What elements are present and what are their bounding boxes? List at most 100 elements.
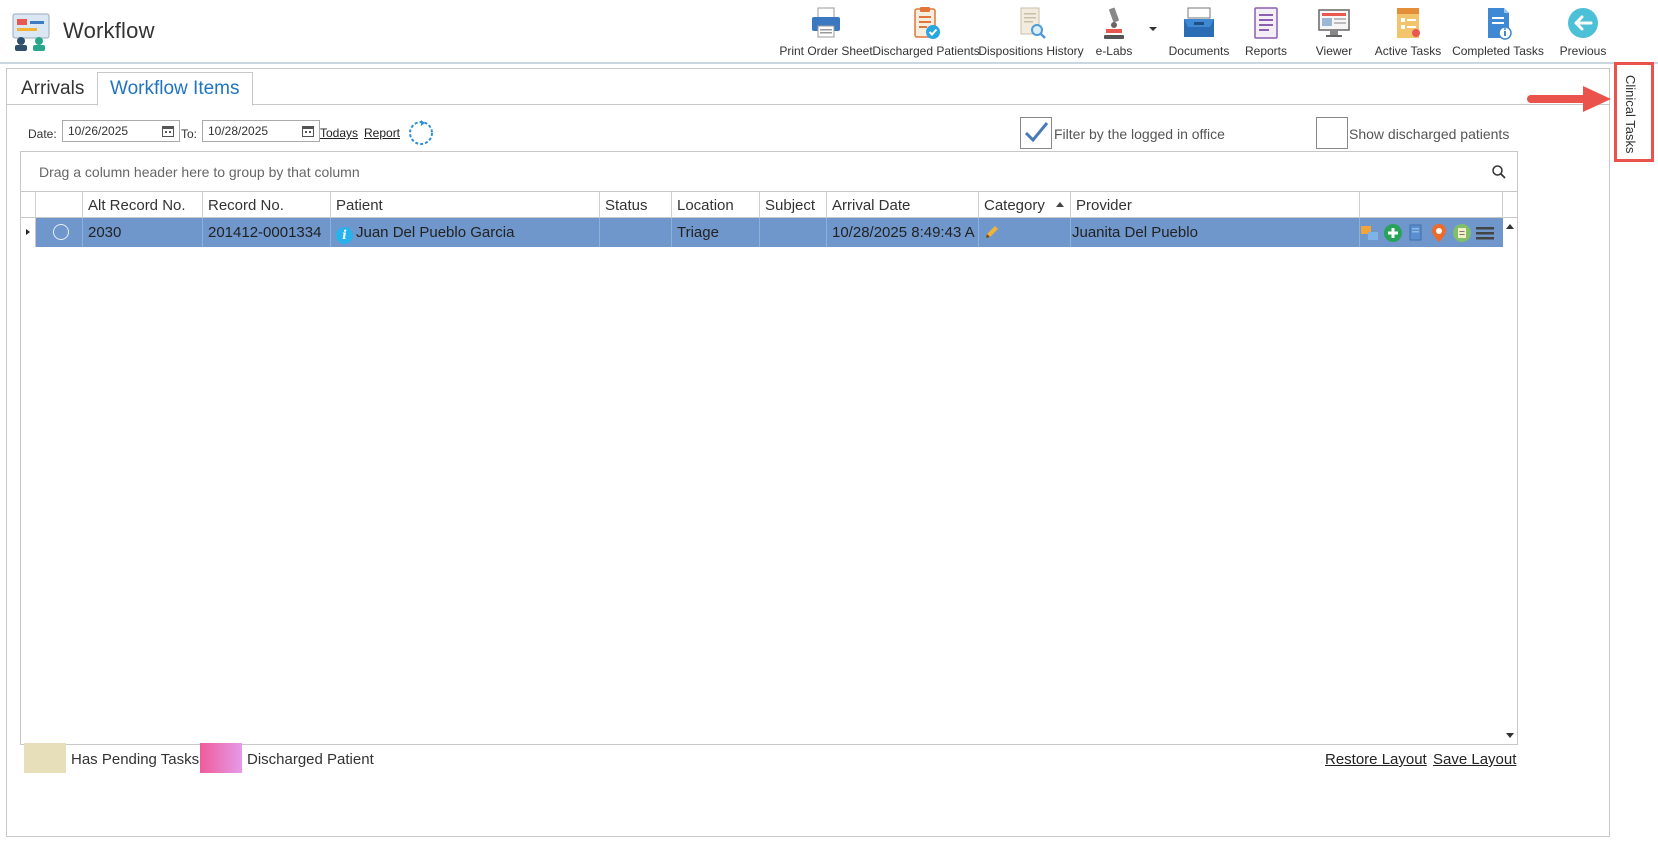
document-search-icon bbox=[1020, 7, 1046, 39]
group-by-panel[interactable]: Drag a column header here to group by th… bbox=[21, 152, 1517, 192]
active-tasks-icon bbox=[1397, 8, 1420, 38]
date-to-value: 10/28/2025 bbox=[208, 124, 269, 138]
date-from-value: 10/26/2025 bbox=[68, 124, 129, 138]
cell-category[interactable] bbox=[979, 218, 1071, 247]
column-header-row: Alt Record No. Record No. Patient Status… bbox=[21, 192, 1517, 218]
dispositions-history-button[interactable]: Dispositions History bbox=[976, 2, 1086, 62]
discharged-patients-button[interactable]: Discharged Patients bbox=[872, 2, 980, 62]
content-panel: Arrivals Workflow Items Date: 10/26/2025… bbox=[6, 68, 1610, 837]
refresh-icon[interactable] bbox=[407, 119, 435, 147]
row-indicator[interactable] bbox=[21, 218, 36, 247]
row-action-icons bbox=[1360, 221, 1495, 245]
viewer-button[interactable]: Viewer bbox=[1298, 2, 1370, 62]
checkmark-icon bbox=[1024, 122, 1049, 143]
print-order-sheet-button[interactable]: Print Order Sheet bbox=[776, 2, 876, 62]
pending-tasks-swatch bbox=[24, 743, 66, 773]
patient-name: Juan Del Pueblo Garcia bbox=[356, 224, 515, 241]
location-pin-icon[interactable] bbox=[1429, 223, 1449, 243]
document-copy-icon[interactable] bbox=[1406, 223, 1426, 243]
workflow-logo-icon bbox=[12, 13, 50, 51]
column-header-status[interactable]: Status bbox=[600, 192, 672, 218]
date-label: Date: bbox=[28, 127, 57, 141]
documents-button[interactable]: Documents bbox=[1164, 2, 1234, 62]
save-layout-link[interactable]: Save Layout bbox=[1433, 751, 1516, 768]
cell-status[interactable] bbox=[600, 218, 672, 247]
report-link[interactable]: Report bbox=[364, 126, 400, 140]
group-panel-hint: Drag a column header here to group by th… bbox=[39, 164, 360, 180]
header-bar: Workflow Print Order Sheet Discharged Pa… bbox=[0, 0, 1658, 64]
category-header-label: Category bbox=[984, 197, 1045, 214]
discharged-clipboard-icon bbox=[914, 7, 940, 39]
cell-provider[interactable]: Juanita Del Pueblo bbox=[1071, 218, 1360, 247]
filter-office-label: Filter by the logged in office bbox=[1054, 126, 1225, 142]
app-title: Workflow bbox=[63, 18, 155, 43]
transfer-icon[interactable] bbox=[1360, 223, 1380, 243]
show-discharged-checkbox[interactable] bbox=[1316, 117, 1348, 149]
column-header-category[interactable]: Category bbox=[979, 192, 1071, 218]
vertical-scrollbar[interactable] bbox=[1503, 218, 1517, 744]
column-header-arrival-date[interactable]: Arrival Date bbox=[827, 192, 979, 218]
clinical-tasks-label: Clinical Tasks bbox=[1623, 75, 1638, 154]
reports-button[interactable]: Reports bbox=[1234, 2, 1298, 62]
column-header-subject[interactable]: Subject bbox=[760, 192, 827, 218]
discharged-patient-label: Discharged Patient bbox=[247, 751, 374, 768]
cell-alt-record[interactable]: 2030 bbox=[83, 218, 203, 247]
todays-link[interactable]: Todays bbox=[320, 126, 358, 140]
cell-record[interactable]: 201412-0001334 bbox=[203, 218, 331, 247]
filter-office-checkbox[interactable] bbox=[1020, 117, 1052, 149]
chevron-down-icon bbox=[1149, 27, 1157, 31]
cell-subject[interactable] bbox=[760, 218, 827, 247]
notes-icon[interactable] bbox=[1452, 223, 1472, 243]
elabs-button[interactable]: e-Labs bbox=[1086, 2, 1142, 62]
completed-tasks-button[interactable]: Completed Tasks bbox=[1446, 2, 1550, 62]
filter-bar: Date: 10/26/2025 To: 10/28/2025 Todays R… bbox=[7, 117, 1609, 149]
tab-arrivals[interactable]: Arrivals bbox=[9, 72, 96, 106]
to-label: To: bbox=[181, 127, 198, 141]
pencil-icon[interactable] bbox=[984, 224, 1000, 240]
column-header-location[interactable]: Location bbox=[672, 192, 760, 218]
patient-info-icon[interactable]: i bbox=[336, 227, 353, 244]
cell-location[interactable]: Triage bbox=[672, 218, 760, 247]
cell-arrival-date[interactable]: 10/28/2025 8:49:43 A bbox=[827, 218, 979, 247]
calendar-icon[interactable] bbox=[162, 125, 174, 137]
discharged-patient-swatch bbox=[200, 743, 242, 773]
clinical-tasks-side-tab[interactable]: Clinical Tasks bbox=[1614, 62, 1654, 162]
documents-tray-icon bbox=[1184, 7, 1214, 37]
legend-bar: Has Pending Tasks Discharged Patient Res… bbox=[24, 743, 1524, 775]
menu-icon[interactable] bbox=[1475, 223, 1495, 243]
column-header-record[interactable]: Record No. bbox=[203, 192, 331, 218]
scroll-down-arrow-icon[interactable] bbox=[1506, 733, 1514, 738]
table-row[interactable]: 2030 201412-0001334 i Juan Del Pueblo Gar… bbox=[21, 218, 1503, 247]
date-to-input[interactable]: 10/28/2025 bbox=[202, 120, 320, 142]
tab-workflow-items[interactable]: Workflow Items bbox=[97, 72, 253, 106]
previous-button[interactable]: Previous bbox=[1550, 2, 1616, 62]
printer-icon bbox=[812, 7, 840, 38]
search-icon[interactable] bbox=[1491, 164, 1507, 180]
back-arrow-icon bbox=[1568, 8, 1598, 38]
column-header-alt-record[interactable]: Alt Record No. bbox=[83, 192, 203, 218]
workflow-window: Workflow Print Order Sheet Discharged Pa… bbox=[0, 0, 1658, 845]
callout-arrow-icon bbox=[1527, 86, 1611, 112]
add-circle-icon[interactable] bbox=[1383, 223, 1403, 243]
column-header-patient[interactable]: Patient bbox=[331, 192, 600, 218]
indicator-column-header bbox=[21, 192, 36, 218]
row-select-radio[interactable] bbox=[53, 224, 69, 240]
pending-tasks-label: Has Pending Tasks bbox=[71, 751, 200, 768]
select-column-header[interactable] bbox=[36, 192, 83, 218]
active-tasks-button[interactable]: Active Tasks bbox=[1370, 2, 1446, 62]
column-header-provider[interactable]: Provider bbox=[1071, 192, 1360, 218]
tab-strip: Arrivals Workflow Items bbox=[7, 69, 1609, 106]
restore-layout-link[interactable]: Restore Layout bbox=[1325, 751, 1427, 768]
calendar-icon[interactable] bbox=[302, 125, 314, 137]
show-discharged-label: Show discharged patients bbox=[1349, 126, 1510, 142]
elabs-dropdown[interactable] bbox=[1142, 2, 1164, 62]
toolbar: Print Order Sheet Discharged Patients Di… bbox=[776, 2, 1616, 62]
row-select-cell[interactable] bbox=[36, 218, 83, 247]
report-icon bbox=[1254, 7, 1278, 39]
microscope-icon bbox=[1104, 7, 1124, 39]
scroll-up-arrow-icon[interactable] bbox=[1506, 224, 1514, 229]
cell-patient[interactable]: i Juan Del Pueblo Garcia bbox=[331, 218, 600, 247]
date-from-input[interactable]: 10/26/2025 bbox=[62, 120, 180, 142]
completed-tasks-icon bbox=[1488, 8, 1512, 40]
sort-ascending-icon bbox=[1056, 202, 1064, 207]
